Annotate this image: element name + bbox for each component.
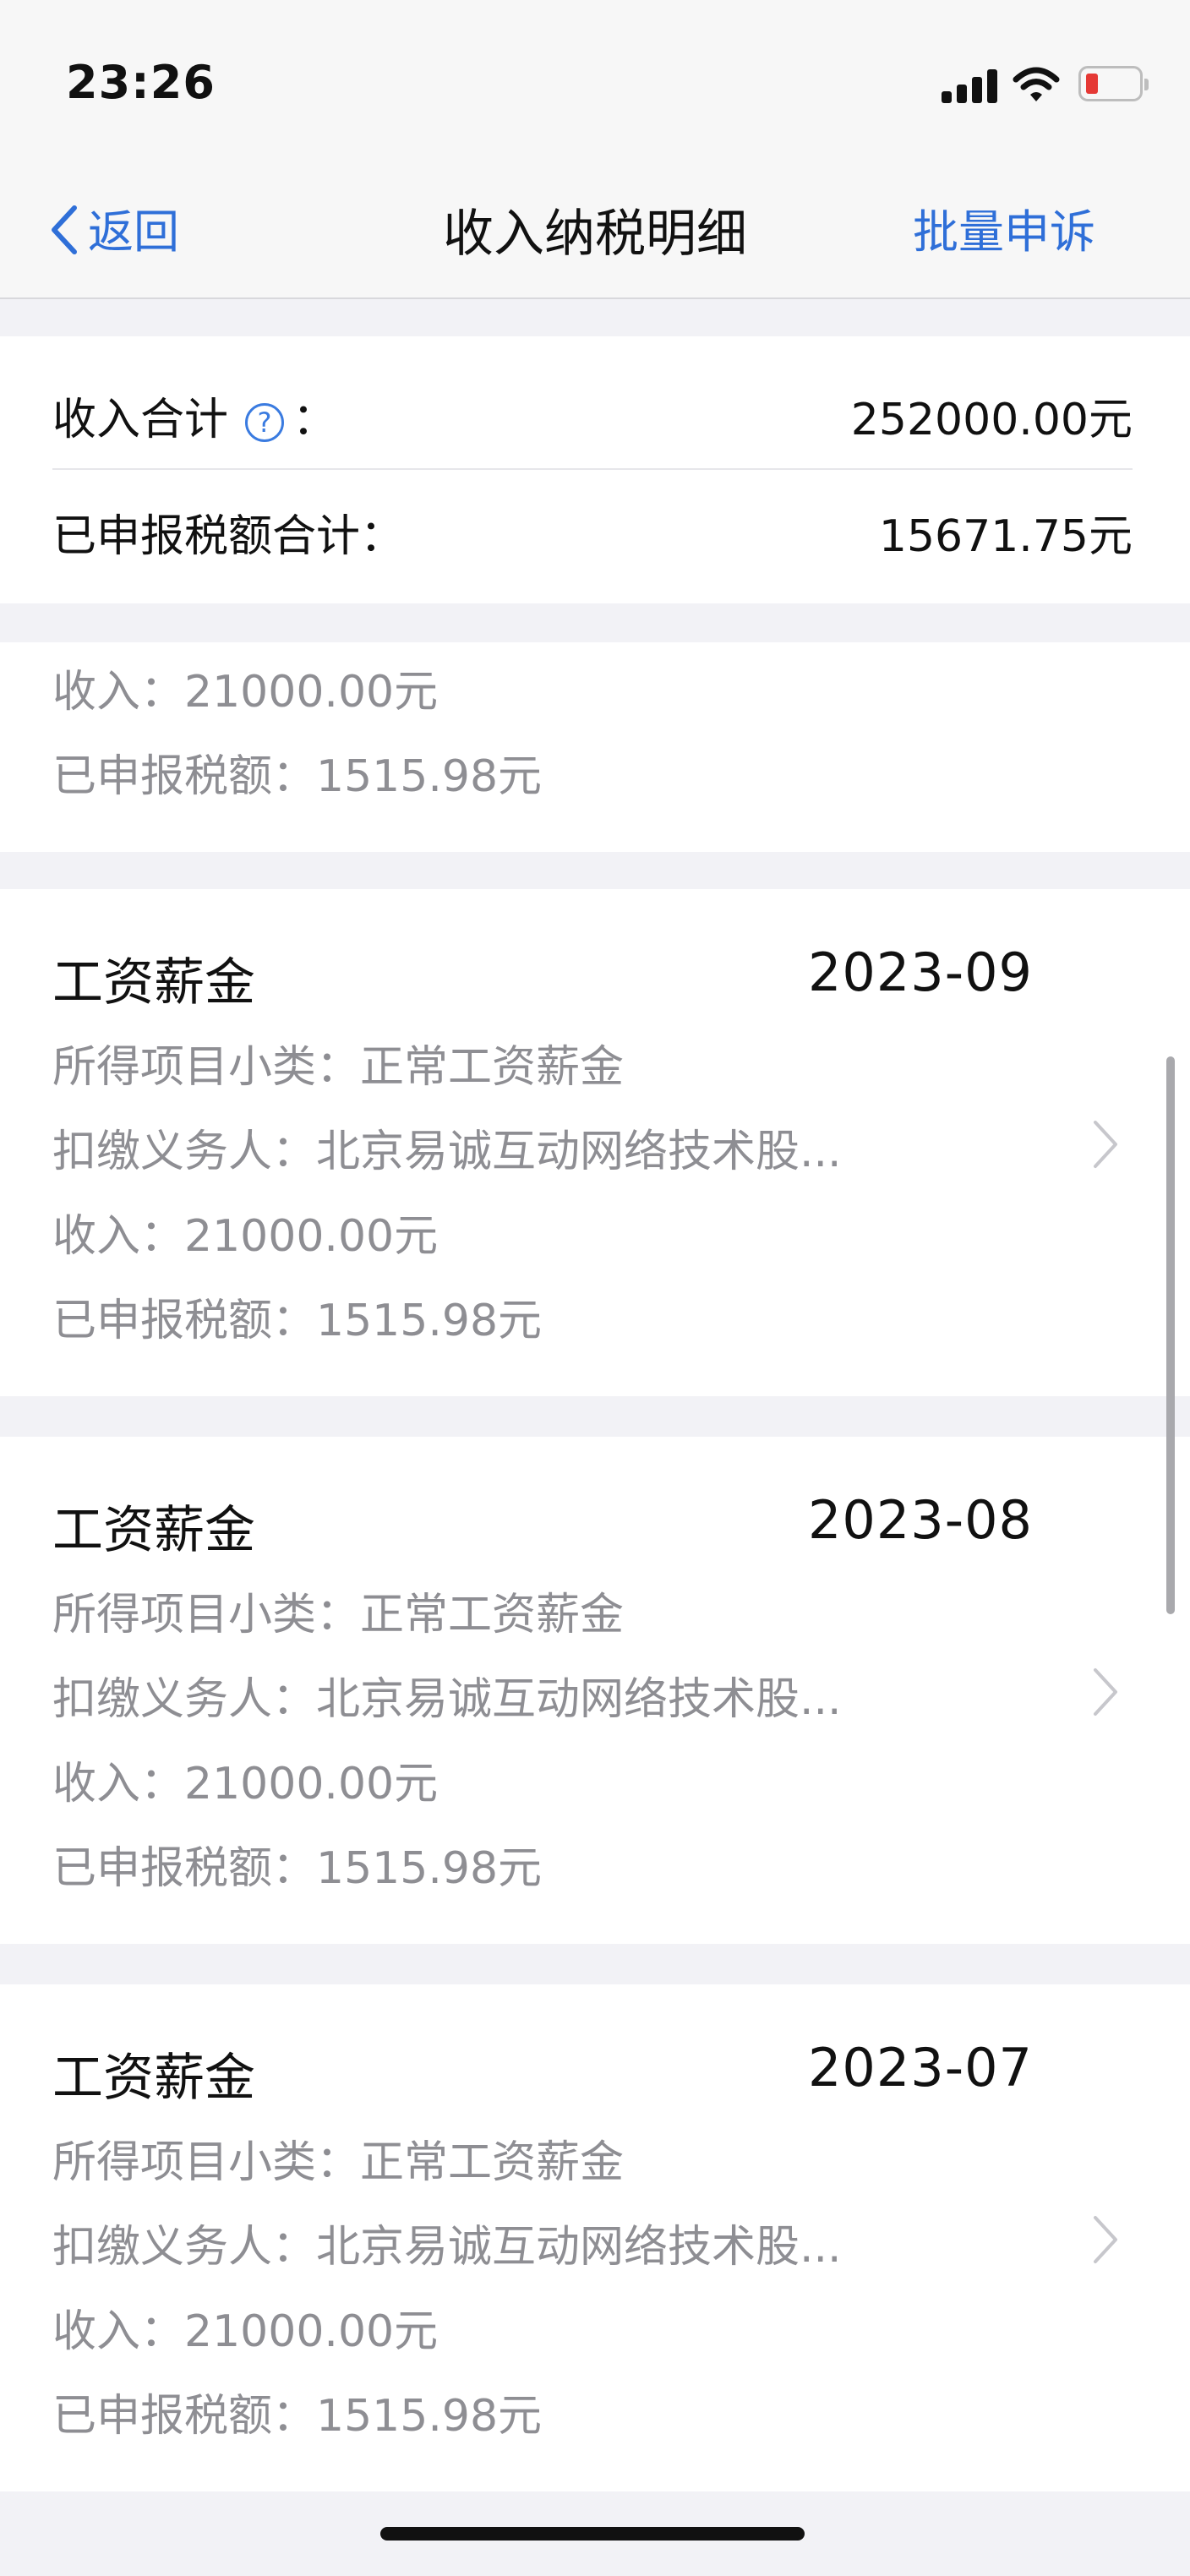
chevron-right-icon — [1094, 1121, 1117, 1168]
tax-total-row: 已申报税额合计： 15671.75元 — [52, 500, 1133, 562]
record-date: 2023-07 — [807, 2037, 1033, 2098]
record-title: 工资薪金 — [52, 1501, 255, 1560]
wifi-icon — [1013, 67, 1060, 101]
record-card[interactable]: 工资薪金 2023-09 所得项目小类：正常工资薪金 扣缴义务人：北京易诚互动网… — [0, 889, 1190, 1396]
record-tax: 已申报税额：1515.98元 — [52, 1296, 543, 1346]
record-subcategory: 所得项目小类：正常工资薪金 — [52, 2137, 625, 2188]
tax-total-value: 15671.75元 — [878, 511, 1133, 562]
record-card-partial[interactable]: 收入：21000.00元 已申报税额：1515.98元 — [0, 642, 1190, 852]
record-tax: 已申报税额：1515.98元 — [52, 751, 543, 802]
status-bar: 23:26 — [0, 0, 1190, 161]
record-subcategory: 所得项目小类：正常工资薪金 — [52, 1590, 625, 1640]
record-tax: 已申报税额：1515.98元 — [52, 1843, 543, 1894]
battery-icon — [1078, 66, 1149, 101]
income-total-colon: ： — [292, 395, 337, 445]
record-title: 工资薪金 — [52, 953, 255, 1012]
record-date: 2023-09 — [807, 941, 1033, 1003]
chevron-right-icon — [1094, 1668, 1117, 1716]
record-date: 2023-08 — [807, 1489, 1033, 1551]
batch-appeal-button[interactable]: 批量申诉 — [913, 194, 1095, 261]
divider — [52, 468, 1133, 470]
cellular-signal-icon — [942, 68, 997, 103]
record-card[interactable]: 工资薪金 2023-07 所得项目小类：正常工资薪金 扣缴义务人：北京易诚互动网… — [0, 1984, 1190, 2491]
status-time: 23:26 — [66, 56, 216, 109]
record-title: 工资薪金 — [52, 2049, 255, 2108]
record-card[interactable]: 工资薪金 2023-08 所得项目小类：正常工资薪金 扣缴义务人：北京易诚互动网… — [0, 1437, 1190, 1944]
record-subcategory: 所得项目小类：正常工资薪金 — [52, 1042, 625, 1093]
income-total-value: 252000.00元 — [850, 395, 1133, 445]
record-withholder: 扣缴义务人：北京易诚互动网络技术股... — [52, 1127, 842, 1177]
question-circle-icon[interactable]: ? — [245, 403, 285, 442]
record-withholder: 扣缴义务人：北京易诚互动网络技术股... — [52, 2222, 842, 2273]
chevron-right-icon — [1094, 2216, 1117, 2263]
income-total-row: 收入合计?： 252000.00元 — [52, 384, 1133, 445]
record-income: 收入：21000.00元 — [52, 1759, 439, 1809]
income-total-label: 收入合计 — [52, 395, 229, 445]
record-income: 收入：21000.00元 — [52, 2306, 439, 2357]
tax-total-label: 已申报税额合计： — [52, 511, 405, 562]
record-withholder: 扣缴义务人：北京易诚互动网络技术股... — [52, 1674, 842, 1725]
record-income: 收入：21000.00元 — [52, 667, 439, 718]
scroll-indicator[interactable] — [1166, 1056, 1175, 1614]
home-indicator[interactable] — [380, 2527, 805, 2541]
record-income: 收入：21000.00元 — [52, 1211, 439, 1262]
summary-card: 收入合计?： 252000.00元 已申报税额合计： 15671.75元 — [0, 336, 1190, 603]
record-tax: 已申报税额：1515.98元 — [52, 2391, 543, 2442]
